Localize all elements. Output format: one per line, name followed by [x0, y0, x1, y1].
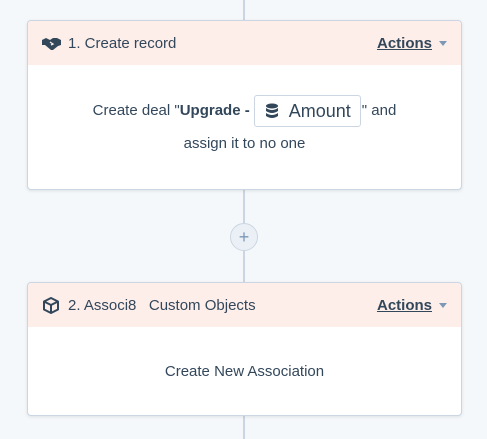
token-label: Amount — [288, 101, 351, 121]
body-line-two: assign it to no one — [183, 135, 306, 152]
connector-line-top — [243, 0, 245, 20]
step-title: 1. Create record — [68, 34, 177, 52]
database-icon — [265, 103, 279, 119]
actions-label: Actions — [376, 34, 432, 52]
chevron-down-icon — [439, 302, 447, 308]
plus-icon: + — [238, 226, 250, 247]
chevron-down-icon — [439, 40, 447, 46]
step-body: Create New Association — [28, 327, 461, 415]
step-description: Create New Association — [164, 363, 325, 380]
deal-name-text: Upgrade - — [179, 102, 250, 119]
actions-dropdown[interactable]: Actions — [377, 297, 447, 314]
body-suffix-text: " and — [361, 102, 397, 119]
step-header: 1. Create record Actions — [28, 21, 461, 65]
connector-line-bottom — [243, 416, 245, 439]
workflow-step-create-record[interactable]: 1. Create record Actions Create deal " U… — [27, 20, 462, 190]
amount-property-token[interactable]: Amount — [253, 95, 361, 127]
cube-icon — [40, 296, 62, 314]
step-title: 2. Associ8 Custom Objects — [68, 296, 256, 314]
workflow-step-custom-objects[interactable]: 2. Associ8 Custom Objects Actions Create… — [27, 282, 462, 416]
actions-label: Actions — [376, 296, 432, 314]
handshake-icon — [40, 34, 62, 52]
actions-dropdown[interactable]: Actions — [377, 35, 447, 52]
body-prefix-text: Create deal " — [92, 102, 180, 119]
add-step-button[interactable]: + — [230, 223, 258, 251]
step-header: 2. Associ8 Custom Objects Actions — [28, 283, 461, 327]
step-body: Create deal " Upgrade - Amount " and ass… — [28, 65, 461, 165]
